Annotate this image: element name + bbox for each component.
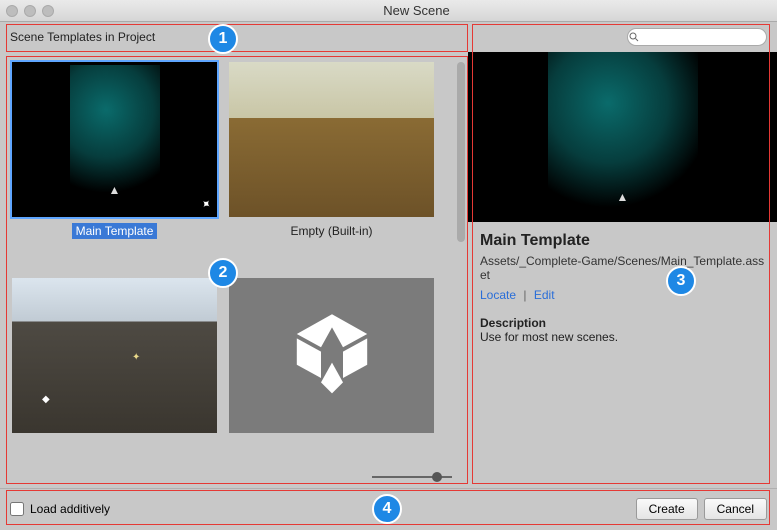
callout-3: 3 <box>666 266 696 296</box>
search-wrap <box>623 28 767 46</box>
titlebar: New Scene <box>0 0 777 22</box>
zoom-icon[interactable] <box>42 5 54 17</box>
edit-link[interactable]: Edit <box>534 288 555 302</box>
search-input[interactable] <box>627 28 767 46</box>
load-additively-checkbox[interactable]: Load additively <box>10 502 110 516</box>
locate-link[interactable]: Locate <box>480 288 516 302</box>
template-label: Main Template <box>72 223 158 239</box>
callout-1: 1 <box>208 24 238 54</box>
ship-icon: ▲ <box>617 190 629 204</box>
callout-4: 4 <box>372 494 402 524</box>
template-tile-3[interactable]: ◆✦ <box>12 278 217 460</box>
header-bar: Scene Templates in Project <box>0 22 777 52</box>
header-label: Scene Templates in Project <box>10 30 155 44</box>
preview-thumbnail: ▲ <box>468 52 777 222</box>
ship-icon: ▲ <box>109 183 121 197</box>
minimize-icon[interactable] <box>24 5 36 17</box>
thumbnail-zoom-slider[interactable] <box>372 472 452 482</box>
window-title: New Scene <box>62 3 771 18</box>
template-label: Empty (Built-in) <box>286 223 376 239</box>
details-panel: ▲ Main Template Assets/_Complete-Game/Sc… <box>468 52 777 488</box>
unity-logo-icon <box>277 301 387 411</box>
template-tile-empty[interactable]: Empty (Built-in) <box>229 62 434 266</box>
template-tile-main[interactable]: ▲ ✦ Main Template <box>12 62 217 266</box>
details-path: Assets/_Complete-Game/Scenes/Main_Templa… <box>480 254 765 282</box>
template-tile-4[interactable] <box>229 278 434 460</box>
grid-scrollbar[interactable] <box>456 62 466 458</box>
description-heading: Description <box>480 316 765 330</box>
separator: | <box>523 288 526 302</box>
cancel-button[interactable]: Cancel <box>704 498 767 520</box>
search-icon <box>627 30 641 44</box>
window-controls[interactable] <box>6 5 54 17</box>
create-button[interactable]: Create <box>636 498 698 520</box>
load-additively-input[interactable] <box>10 502 24 516</box>
details-title: Main Template <box>480 232 765 250</box>
load-additively-label: Load additively <box>30 502 110 516</box>
description-text: Use for most new scenes. <box>480 330 765 344</box>
close-icon[interactable] <box>6 5 18 17</box>
callout-2: 2 <box>208 258 238 288</box>
